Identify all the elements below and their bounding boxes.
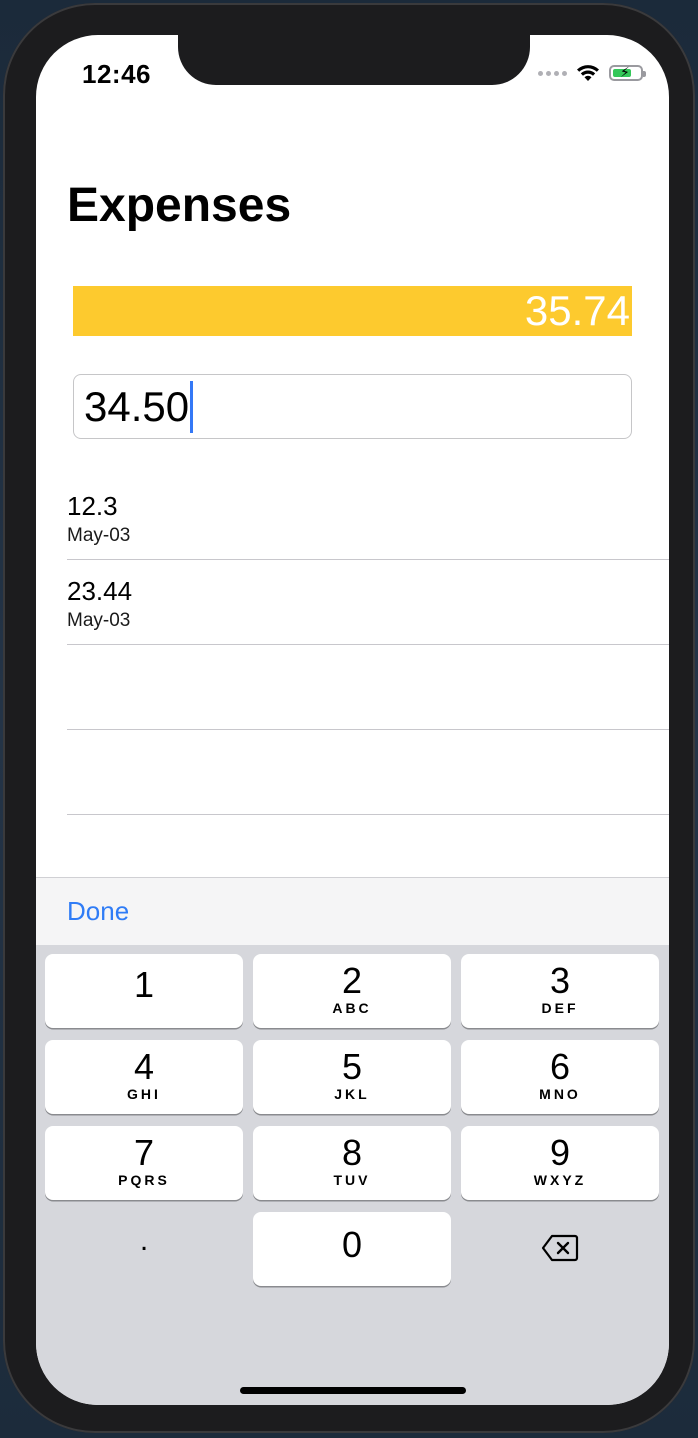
key-2[interactable]: 2 ABC: [253, 954, 451, 1028]
expense-date: May-03: [67, 610, 131, 631]
key-digit: 1: [133, 964, 155, 1005]
key-letters: DEF: [541, 1000, 579, 1016]
key-digit: 0: [341, 1224, 363, 1265]
list-item[interactable]: 23.44 May-03: [67, 560, 669, 645]
key-digit: 4: [133, 1046, 155, 1087]
key-digit: .: [139, 1224, 149, 1257]
status-time: 12:46: [82, 59, 151, 89]
key-digit: 5: [341, 1046, 363, 1087]
text-caret: [190, 380, 194, 433]
key-8[interactable]: 8 TUV: [253, 1126, 451, 1200]
key-0[interactable]: 0: [253, 1212, 451, 1286]
phone-frame: 12:46 ⚡ Expenses 35.74 34.50 12.3 May-03…: [3, 3, 695, 1433]
key-digit: 7: [133, 1132, 155, 1173]
cellular-signal-icon: [538, 70, 567, 76]
key-6[interactable]: 6 MNO: [461, 1040, 659, 1114]
expense-amount: 23.44: [67, 576, 133, 606]
key-3[interactable]: 3 DEF: [461, 954, 659, 1028]
key-digit: 2: [341, 960, 363, 1001]
list-item[interactable]: 12.3 May-03: [67, 475, 669, 560]
total-value: 35.74: [524, 287, 630, 334]
home-indicator[interactable]: [240, 1387, 466, 1394]
done-button[interactable]: Done: [67, 896, 129, 927]
expense-amount: 12.3: [67, 491, 118, 521]
key-letters: ABC: [332, 1000, 372, 1016]
keyboard-toolbar: Done: [36, 877, 669, 945]
key-letters: GHI: [127, 1086, 161, 1102]
key-4[interactable]: 4 GHI: [45, 1040, 243, 1114]
key-letters: PQRS: [118, 1172, 170, 1188]
key-9[interactable]: 9 WXYZ: [461, 1126, 659, 1200]
expense-list: 12.3 May-03 23.44 May-03: [67, 475, 669, 815]
amount-input[interactable]: 34.50: [73, 374, 632, 439]
key-1[interactable]: 1: [45, 954, 243, 1028]
battery-icon: ⚡: [609, 64, 646, 81]
key-digit: 9: [549, 1132, 571, 1173]
wifi-icon: [577, 65, 599, 81]
key-digit: 3: [549, 960, 571, 1001]
key-letters: MNO: [539, 1086, 581, 1102]
total-bar: 35.74: [73, 286, 632, 336]
key-letters: WXYZ: [533, 1172, 587, 1188]
list-item[interactable]: [67, 645, 669, 730]
screen: 12:46 ⚡ Expenses 35.74 34.50 12.3 May-03…: [36, 35, 669, 1405]
page-title: Expenses: [67, 179, 292, 232]
notch: [178, 35, 530, 85]
key-7[interactable]: 7 PQRS: [45, 1126, 243, 1200]
amount-input-value: 34.50: [84, 382, 190, 430]
list-item[interactable]: [67, 730, 669, 815]
key-letters: JKL: [334, 1086, 370, 1102]
backspace-icon: [541, 1234, 579, 1262]
key-letters: TUV: [333, 1172, 371, 1188]
key-5[interactable]: 5 JKL: [253, 1040, 451, 1114]
key-backspace[interactable]: [461, 1212, 659, 1286]
key-digit: 6: [549, 1046, 571, 1087]
numeric-keypad: 1 2 ABC 3 DEF 4 GHI 5 JKL 6 MNO 7 PQRS 8…: [36, 945, 669, 1405]
key-decimal[interactable]: .: [45, 1212, 243, 1286]
status-icons: ⚡: [538, 61, 646, 85]
expense-date: May-03: [67, 525, 131, 546]
key-digit: 8: [341, 1132, 363, 1173]
